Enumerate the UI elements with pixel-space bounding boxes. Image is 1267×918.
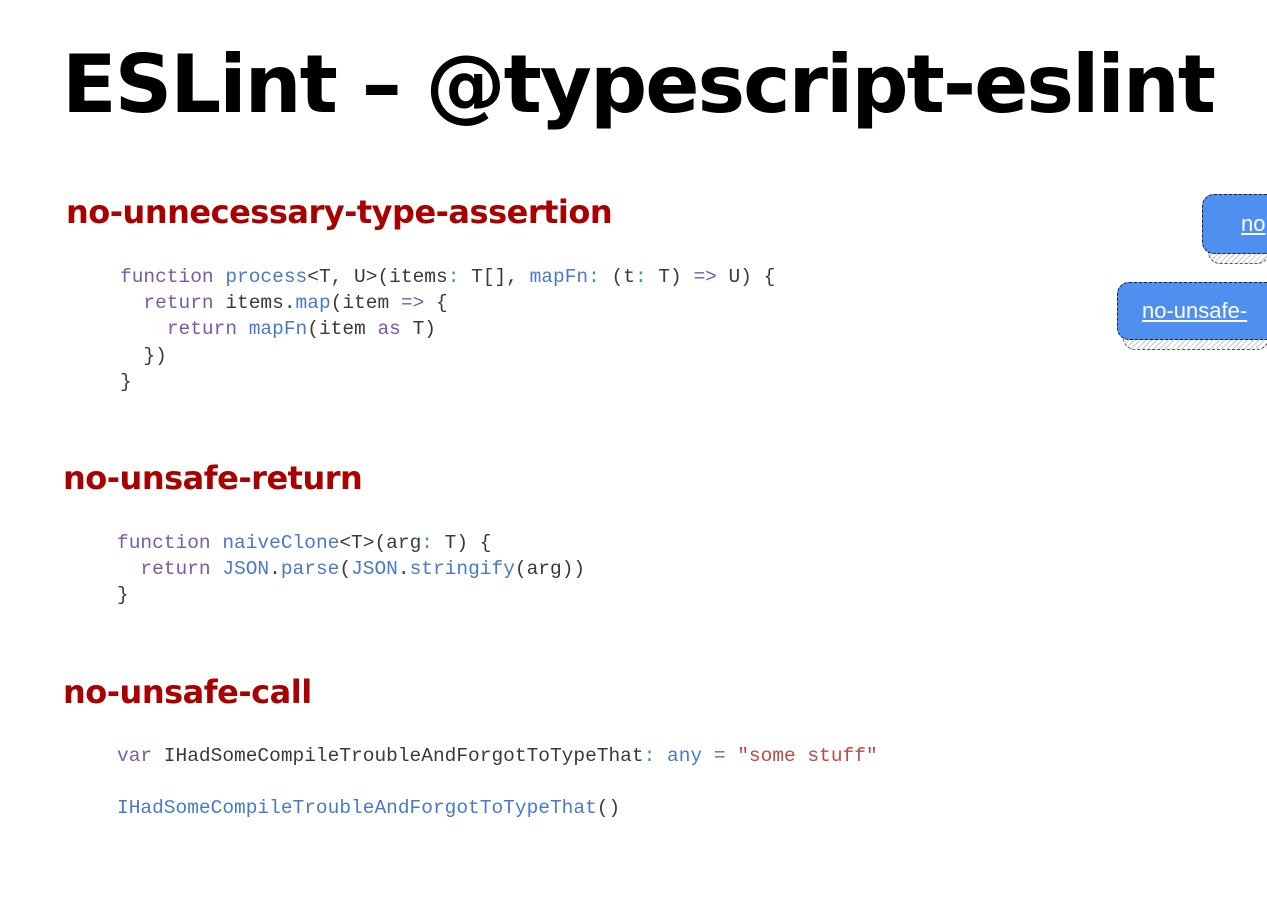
side-link-button[interactable]: no — [1202, 194, 1267, 254]
section-heading-no-unsafe-call: no-unsafe-call — [63, 673, 312, 711]
slide-title: ESLint – @typescript-eslint — [62, 38, 1216, 131]
code-block-unsafe-call: var IHadSomeCompileTroubleAndForgotToTyp… — [117, 743, 878, 822]
code-line: return JSON.parse(JSON.stringify(arg)) — [140, 558, 586, 581]
code-line: IHadSomeCompileTroubleAndForgotToTypeTha… — [117, 797, 621, 820]
code-line: } — [117, 584, 129, 607]
side-link-1-wrapper: no — [1202, 194, 1267, 264]
code-line: function naiveClone<T>(arg: T) { — [117, 532, 492, 554]
code-block-type-assertion: function process<T, U>(items: T[], mapFn… — [120, 264, 775, 395]
code-line: return items.map(item => { — [143, 292, 448, 315]
code-line: var IHadSomeCompileTroubleAndForgotToTyp… — [117, 745, 878, 767]
side-link-button[interactable]: no-unsafe- — [1117, 282, 1267, 340]
code-block-unsafe-return: function naiveClone<T>(arg: T) { return … — [117, 530, 585, 609]
section-heading-no-unsafe-return: no-unsafe-return — [63, 459, 363, 497]
side-link-2-wrapper: no-unsafe- — [1117, 282, 1267, 350]
code-line: }) — [120, 344, 167, 367]
code-line: function process<T, U>(items: T[], mapFn… — [120, 266, 776, 288]
section-heading-no-unnecessary-type-assertion: no-unnecessary-type-assertion — [66, 193, 613, 231]
code-line: return mapFn(item as T) — [166, 318, 436, 341]
code-line: } — [120, 370, 132, 393]
